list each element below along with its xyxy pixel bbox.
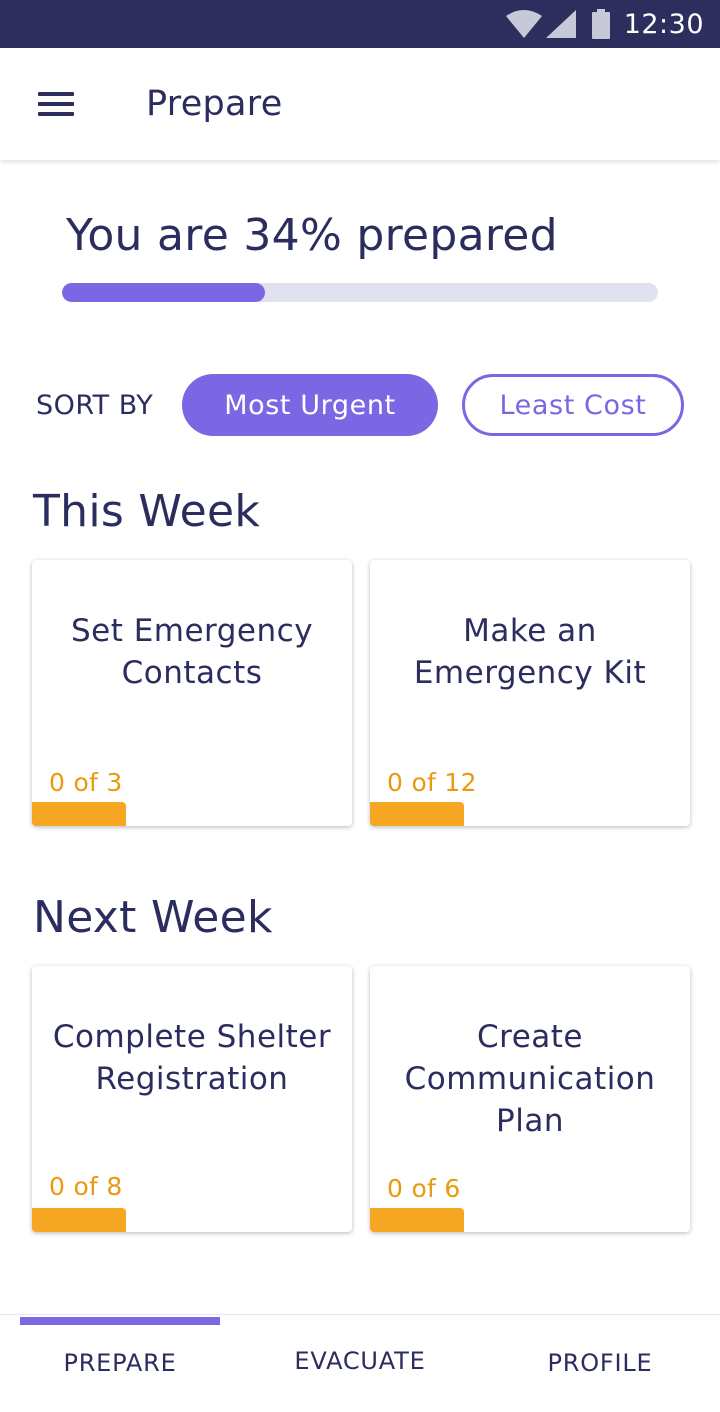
task-card-title: Set Emergency Contacts bbox=[70, 613, 314, 691]
task-card-progress-bar bbox=[370, 1208, 464, 1232]
progress-bar bbox=[62, 283, 658, 302]
section-title-this-week: This Week bbox=[33, 486, 261, 537]
task-card-count: 0 of 12 bbox=[387, 768, 477, 797]
task-card-shelter-registration[interactable]: Complete Shelter Registration 0 of 8 bbox=[32, 966, 352, 1232]
sort-least-cost-button[interactable]: Least Cost bbox=[462, 374, 684, 436]
sort-most-urgent-button[interactable]: Most Urgent bbox=[182, 374, 438, 436]
task-card-progress-bar bbox=[32, 1208, 126, 1232]
task-card-emergency-kit[interactable]: Make an Emergency Kit 0 of 12 bbox=[370, 560, 690, 826]
task-card-progress-bar bbox=[370, 802, 464, 826]
bottom-nav: PREPARE EVACUATE PROFILE bbox=[0, 1314, 720, 1412]
task-card-emergency-contacts[interactable]: Set Emergency Contacts 0 of 3 bbox=[32, 560, 352, 826]
cell-signal-icon bbox=[545, 10, 576, 38]
task-card-title: Complete Shelter Registration bbox=[52, 1019, 332, 1097]
battery-icon bbox=[591, 9, 610, 39]
status-time: 12:30 bbox=[623, 8, 704, 40]
nav-item-profile[interactable]: PROFILE bbox=[500, 1349, 700, 1377]
page-title: Prepare bbox=[146, 84, 283, 124]
section-title-next-week: Next Week bbox=[33, 892, 273, 943]
app-bar: Prepare bbox=[0, 48, 720, 160]
hamburger-menu-icon[interactable] bbox=[38, 92, 74, 116]
status-icons: 12:30 bbox=[505, 0, 704, 48]
wifi-icon bbox=[505, 10, 542, 38]
task-card-title: Make an Emergency Kit bbox=[413, 613, 647, 691]
nav-active-indicator bbox=[20, 1317, 220, 1325]
nav-item-evacuate[interactable]: EVACUATE bbox=[260, 1347, 460, 1375]
task-card-count: 0 of 6 bbox=[387, 1174, 461, 1203]
task-card-title: Create Communication Plan bbox=[404, 1019, 656, 1139]
nav-item-prepare[interactable]: PREPARE bbox=[20, 1349, 220, 1377]
progress-bar-fill bbox=[62, 283, 265, 302]
status-bar: 12:30 bbox=[0, 0, 720, 48]
progress-title: You are 34% prepared bbox=[66, 210, 558, 261]
task-card-count: 0 of 8 bbox=[49, 1172, 123, 1201]
task-card-count: 0 of 3 bbox=[49, 768, 123, 797]
task-card-communication-plan[interactable]: Create Communication Plan 0 of 6 bbox=[370, 966, 690, 1232]
sort-by-label: SORT BY bbox=[36, 390, 154, 421]
task-card-progress-bar bbox=[32, 802, 126, 826]
